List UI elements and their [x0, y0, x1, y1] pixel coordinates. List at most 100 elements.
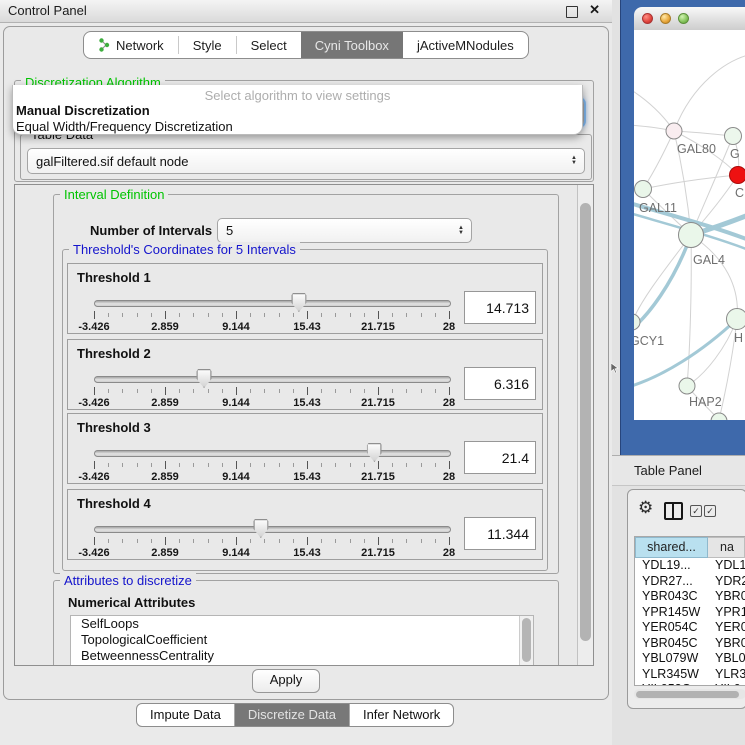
- table-row[interactable]: YIL052CYIL0: [635, 682, 745, 686]
- checkbox-icon[interactable]: ✓: [690, 505, 702, 517]
- table-body: YDL19...YDL1YDR27...YDR2YBR043CYBR0YPR14…: [635, 558, 745, 686]
- slider-scale-labels: -3.4262.8599.14415.4321.71528: [94, 471, 449, 483]
- slider-thumb[interactable]: [367, 443, 382, 462]
- control-panel-tabs: Network Style Select Cyni Toolbox jActiv…: [83, 31, 529, 59]
- threshold-4-value-field[interactable]: 11.344: [464, 517, 536, 550]
- tab-infer-network[interactable]: Infer Network: [350, 704, 453, 726]
- column-header-name[interactable]: na: [708, 537, 745, 558]
- table-row[interactable]: YER054CYER0: [635, 620, 745, 636]
- thresholds-group: Threshold's Coordinates for 5 Intervals …: [62, 249, 548, 571]
- network-node[interactable]: [730, 167, 745, 184]
- node-label: GAL4: [693, 253, 725, 267]
- threshold-4-slider[interactable]: -3.4262.8599.14415.4321.71528: [94, 526, 449, 558]
- table-horizontal-scrollbar[interactable]: [634, 689, 745, 699]
- table-row[interactable]: YDR27...YDR2: [635, 574, 745, 590]
- table-panel-window: ⚙ ✓ ✓ shared... na YDL19...YDL1YDR27...Y…: [627, 489, 745, 709]
- attribute-item[interactable]: SelfLoops: [71, 616, 533, 632]
- threshold-3-slider[interactable]: -3.4262.8599.14415.4321.71528: [94, 450, 449, 482]
- network-node[interactable]: [679, 223, 704, 248]
- node-label: C: [735, 186, 744, 200]
- threshold-4-label: Threshold 4: [77, 496, 151, 511]
- popup-option-equal-width[interactable]: Equal Width/Frequency Discretization: [13, 119, 582, 135]
- control-panel-titlebar: Control Panel ✕: [0, 0, 612, 23]
- apply-button[interactable]: Apply: [252, 669, 320, 693]
- table-row[interactable]: YDL19...YDL1: [635, 558, 745, 574]
- network-window-titlebar: [634, 7, 745, 31]
- network-node[interactable]: [666, 123, 682, 139]
- threshold-1-panel: Threshold 1 -3.4262.8599.14415.4321.7152…: [67, 263, 543, 334]
- minimize-traffic-light-icon[interactable]: [660, 13, 671, 24]
- tab-impute-data[interactable]: Impute Data: [137, 704, 235, 726]
- tab-style[interactable]: Style: [179, 32, 236, 58]
- network-node[interactable]: [725, 128, 742, 145]
- numerical-attributes-list[interactable]: SelfLoopsTopologicalCoefficientBetweenne…: [70, 615, 534, 666]
- table-data-group: Table Data galFiltered.sif default node …: [20, 134, 592, 180]
- scrollbar-thumb[interactable]: [522, 618, 531, 662]
- slider-ticks: [94, 537, 449, 546]
- tab-jactivemnodules[interactable]: jActiveMNodules: [403, 32, 528, 58]
- threshold-4-panel: Threshold 4 -3.4262.8599.14415.4321.7152…: [67, 489, 543, 560]
- slider-thumb[interactable]: [291, 293, 306, 312]
- table-panel-titlebar: Table Panel: [612, 455, 745, 486]
- slider-track[interactable]: [94, 376, 451, 383]
- threshold-2-value-field[interactable]: 6.316: [464, 367, 536, 400]
- popup-option-manual[interactable]: Manual Discretization: [13, 103, 582, 119]
- group-title-thresholds: Threshold's Coordinates for 5 Intervals: [69, 242, 300, 257]
- float-panel-icon[interactable]: [566, 6, 578, 18]
- table-header-row: shared... na: [635, 537, 745, 558]
- threshold-3-panel: Threshold 3 -3.4262.8599.14415.4321.7152…: [67, 413, 543, 484]
- numerical-attributes-label: Numerical Attributes: [68, 595, 195, 610]
- algorithm-dropdown-popup: Select algorithm to view settings Manual…: [12, 85, 583, 135]
- scrollbar-thumb[interactable]: [636, 691, 739, 698]
- slider-ticks: [94, 461, 449, 470]
- combo-arrows-icon: ▲▼: [458, 226, 464, 236]
- network-canvas[interactable]: GAL80GCGAL11GAL4GCY1HHAP2: [634, 30, 745, 420]
- slider-track[interactable]: [94, 300, 451, 307]
- table-panel-title: Table Panel: [634, 463, 702, 478]
- settings-vertical-scrollbar[interactable]: [577, 185, 593, 665]
- network-node[interactable]: [679, 378, 695, 394]
- slider-track[interactable]: [94, 526, 451, 533]
- node-label: GAL11: [639, 201, 677, 215]
- close-traffic-light-icon[interactable]: [642, 13, 653, 24]
- slider-ticks: [94, 387, 449, 396]
- tab-discretize-data[interactable]: Discretize Data: [235, 704, 350, 726]
- attribute-item[interactable]: BetweennessCentrality: [71, 648, 533, 664]
- network-node[interactable]: [634, 314, 640, 330]
- number-of-intervals-combobox[interactable]: 5 ▲▼: [217, 218, 472, 243]
- attributes-list-scrollbar[interactable]: [519, 616, 533, 666]
- attribute-item[interactable]: TopologicalCoefficient: [71, 632, 533, 648]
- tab-cyni-toolbox[interactable]: Cyni Toolbox: [301, 32, 403, 58]
- slider-track[interactable]: [94, 450, 451, 457]
- node-label: H: [734, 331, 743, 345]
- popup-prompt: Select algorithm to view settings: [13, 88, 582, 103]
- threshold-3-value-field[interactable]: 21.4: [464, 441, 536, 474]
- checkbox-icon[interactable]: ✓: [704, 505, 716, 517]
- group-title-attributes: Attributes to discretize: [60, 573, 196, 588]
- table-data-combobox[interactable]: galFiltered.sif default node ▲▼: [27, 148, 585, 174]
- network-node[interactable]: [727, 309, 745, 330]
- threshold-1-value-field[interactable]: 14.713: [464, 291, 536, 324]
- gear-icon[interactable]: ⚙: [638, 498, 653, 518]
- zoom-traffic-light-icon[interactable]: [678, 13, 689, 24]
- tab-select[interactable]: Select: [237, 32, 301, 58]
- group-title-interval: Interval Definition: [60, 187, 168, 202]
- slider-thumb[interactable]: [253, 519, 268, 538]
- table-row[interactable]: YPR145WYPR1: [635, 605, 745, 621]
- threshold-1-slider[interactable]: -3.4262.8599.14415.4321.71528: [94, 300, 449, 332]
- slider-thumb[interactable]: [197, 369, 212, 388]
- table-row[interactable]: YBR045CYBR0: [635, 636, 745, 652]
- threshold-2-slider[interactable]: -3.4262.8599.14415.4321.71528: [94, 376, 449, 408]
- threshold-3-label: Threshold 3: [77, 420, 151, 435]
- table-row[interactable]: YBR043CYBR0: [635, 589, 745, 605]
- network-node[interactable]: [635, 181, 652, 198]
- table-row[interactable]: YBL079WYBL0: [635, 651, 745, 667]
- tab-network[interactable]: Network: [84, 32, 178, 58]
- control-panel: Control Panel ✕ Network Style Select Cyn…: [0, 0, 612, 745]
- close-icon[interactable]: ✕: [589, 2, 600, 18]
- column-header-shared-name[interactable]: shared...: [635, 537, 708, 558]
- table-row[interactable]: YLR345WYLR3: [635, 667, 745, 683]
- scrollbar-thumb[interactable]: [580, 203, 591, 641]
- split-panel-icon[interactable]: [664, 502, 683, 520]
- slider-ticks: [94, 311, 449, 320]
